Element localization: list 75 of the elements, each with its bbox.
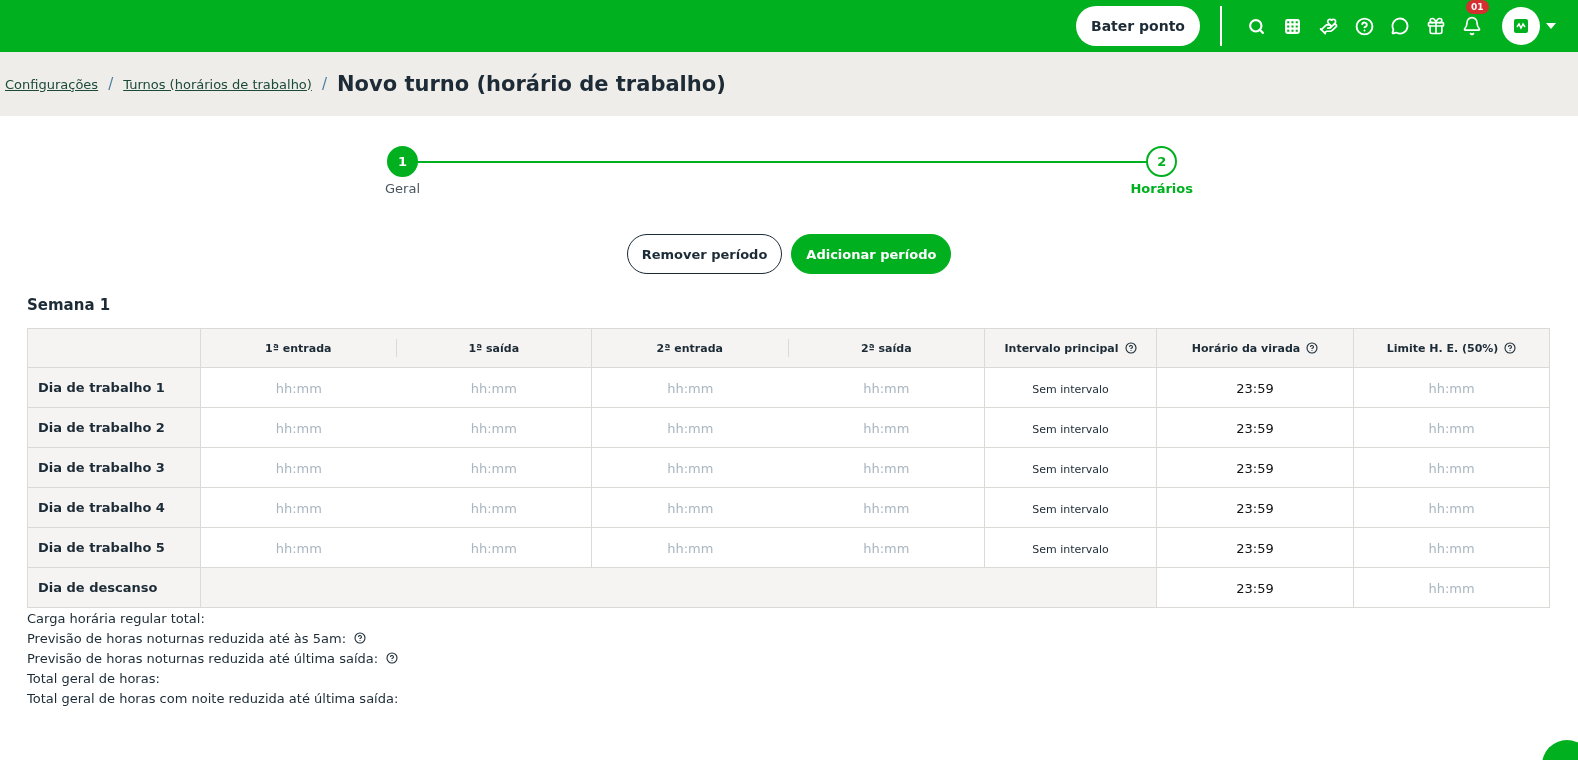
avatar[interactable] (1502, 7, 1540, 45)
help-icon[interactable] (386, 652, 399, 664)
column-header: 2ª saída (860, 341, 912, 355)
column-header: 1ª saída (468, 341, 520, 355)
row-label: Dia de trabalho 3 (37, 460, 166, 475)
time-input[interactable]: hh:mm (1406, 380, 1497, 397)
step-label: Horários (1130, 181, 1193, 196)
help-icon[interactable] (1124, 342, 1137, 354)
row-label: Dia de trabalho 2 (37, 420, 166, 435)
summary-label: Total geral de horas com noite reduzida até última saída: (27, 690, 399, 706)
row-label: Dia de trabalho 5 (37, 540, 166, 555)
time-input[interactable]: hh:mm (448, 540, 539, 557)
interval-value[interactable]: Sem intervalo (1032, 463, 1109, 476)
time-input[interactable]: 23:59 (1210, 420, 1300, 437)
step-label: Geral (385, 181, 420, 196)
time-input[interactable]: hh:mm (1406, 460, 1497, 477)
time-input[interactable]: hh:mm (645, 420, 736, 437)
column-header: Limite H. E. (50%) (1386, 341, 1499, 355)
row-label: Dia de descanso (37, 580, 159, 595)
breadcrumb-separator: / (108, 75, 114, 93)
time-input[interactable]: hh:mm (841, 500, 932, 517)
column-header: Horário da virada (1191, 341, 1301, 355)
summary-label: Previsão de horas noturnas reduzida até última saída: (27, 650, 379, 666)
time-input[interactable]: 23:59 (1210, 380, 1300, 397)
time-input[interactable]: hh:mm (253, 380, 344, 397)
time-input[interactable]: hh:mm (1406, 540, 1497, 557)
help-icon[interactable] (354, 632, 367, 644)
time-input[interactable]: hh:mm (1406, 500, 1497, 517)
logo-icon (1514, 19, 1528, 33)
time-input[interactable]: hh:mm (1406, 420, 1497, 437)
row-label: Dia de trabalho 1 (37, 380, 166, 395)
week-title: Semana 1 (27, 296, 112, 314)
punch-clock-button[interactable]: Bater ponto (1076, 6, 1200, 46)
column-header: 2ª entrada (656, 341, 723, 355)
time-input[interactable]: hh:mm (448, 380, 539, 397)
row-label: Dia de trabalho 4 (37, 500, 166, 515)
summary-label: Total geral de horas: (27, 670, 160, 686)
interval-value[interactable]: Sem intervalo (1032, 503, 1109, 516)
page-title: Novo turno (horário de trabalho) (336, 72, 726, 96)
column-header: 1ª entrada (265, 341, 332, 355)
time-input[interactable]: hh:mm (645, 500, 736, 517)
remove-period-button[interactable]: Remover período (626, 234, 783, 274)
caret-icon[interactable] (1546, 23, 1556, 29)
time-input[interactable]: 23:59 (1210, 460, 1300, 477)
breadcrumb-link[interactable]: Turnos (horários de trabalho) (123, 76, 312, 92)
time-input[interactable]: hh:mm (645, 540, 736, 557)
breadcrumb-separator: / (321, 75, 327, 93)
time-input[interactable]: 23:59 (1210, 580, 1300, 597)
interval-value[interactable]: Sem intervalo (1032, 383, 1109, 396)
time-input[interactable]: hh:mm (645, 460, 736, 477)
time-input[interactable]: hh:mm (448, 420, 539, 437)
time-input[interactable]: 23:59 (1210, 500, 1300, 517)
time-input[interactable]: 23:59 (1210, 540, 1300, 557)
time-input[interactable]: hh:mm (448, 500, 539, 517)
time-input[interactable]: hh:mm (448, 460, 539, 477)
time-input[interactable]: hh:mm (841, 540, 932, 557)
summary-label: Previsão de horas noturnas reduzida até às 5am: (27, 630, 347, 646)
time-input[interactable]: hh:mm (253, 460, 344, 477)
breadcrumb-link[interactable]: Configurações (5, 76, 99, 92)
time-input[interactable]: hh:mm (841, 420, 932, 437)
time-input[interactable]: hh:mm (253, 500, 344, 517)
help-icon[interactable] (1306, 342, 1319, 354)
help-icon[interactable] (1504, 342, 1517, 354)
time-input[interactable]: hh:mm (841, 460, 932, 477)
time-input[interactable]: hh:mm (645, 380, 736, 397)
column-header: Intervalo principal (1004, 341, 1119, 355)
interval-value[interactable]: Sem intervalo (1032, 423, 1109, 436)
notification-badge: 01 (1466, 0, 1489, 14)
bell-icon[interactable] (1462, 16, 1482, 36)
time-input[interactable]: hh:mm (253, 540, 344, 557)
interval-value[interactable]: Sem intervalo (1032, 543, 1109, 556)
time-input[interactable]: hh:mm (253, 420, 344, 437)
time-input[interactable]: hh:mm (1406, 580, 1497, 597)
time-input[interactable]: hh:mm (841, 380, 932, 397)
summary-label: Carga horária regular total: (27, 610, 205, 626)
